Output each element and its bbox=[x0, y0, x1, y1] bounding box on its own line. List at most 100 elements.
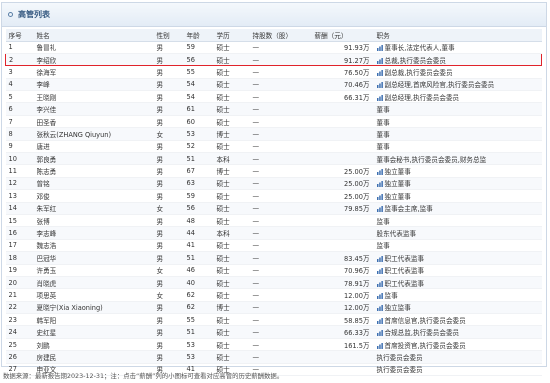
title-text: 执行委员会委员 bbox=[376, 353, 423, 362]
table-row[interactable]: 10 郭良勇男 51 本科 — 董事会秘书,执行委员会委员,财务总监 bbox=[5, 152, 542, 166]
cell-name: 张博 bbox=[33, 214, 154, 228]
cell-shares: — bbox=[249, 140, 312, 154]
table-row[interactable]: 17 魏志浩男 41 硕士 — 监事 bbox=[5, 239, 542, 253]
cell-gender: 男 bbox=[153, 350, 184, 364]
salary-value: 25.00万 bbox=[344, 192, 370, 201]
table-row[interactable]: 3 徐海军男 55 硕士 — 76.50万 副总裁,执行委员会委员 bbox=[5, 65, 542, 79]
table-row[interactable]: 20 肖晓虎男 40 硕士 — 78.91万 职工代表监事 bbox=[5, 276, 542, 290]
col-header-gender[interactable]: 性别 bbox=[153, 29, 184, 42]
cell-shares: — bbox=[249, 301, 312, 315]
title-text: 董事会秘书,执行委员会委员,财务总监 bbox=[376, 155, 487, 164]
title-text: 执行委员会委员 bbox=[376, 366, 423, 375]
title-text: 副总裁,执行委员会委员 bbox=[384, 68, 453, 77]
cell-title: 董事 bbox=[373, 115, 542, 129]
table-row[interactable]: 8 张秋云(ZHANG Qiuyun) 女 53 博士 — 董事 bbox=[5, 127, 542, 141]
bar-chart-icon[interactable] bbox=[376, 280, 383, 287]
title-text: 独立董事 bbox=[384, 168, 411, 177]
bar-chart-icon[interactable] bbox=[376, 305, 383, 312]
cell-name: 史红星 bbox=[33, 325, 154, 339]
col-header-education[interactable]: 学历 bbox=[213, 29, 250, 42]
col-header-salary[interactable]: 薪酬（元） bbox=[311, 29, 374, 42]
cell-no: 5 bbox=[5, 90, 34, 104]
table-row[interactable]: 22 夏晓宁(Xia Xiaoning) 男 62 博士 — 12.00万 独立监事 bbox=[5, 301, 542, 315]
cell-name: 徐海军 bbox=[33, 65, 154, 79]
table-row[interactable]: 23 韩军阳男 55 硕士 — 58.85万 首席信息官,执行委员会委员 bbox=[5, 313, 542, 327]
cell-education: 博士 bbox=[213, 164, 250, 178]
cell-age: 48 bbox=[183, 214, 214, 228]
title-text: 监事 bbox=[384, 292, 398, 300]
bar-chart-icon[interactable] bbox=[376, 342, 383, 349]
col-header-title[interactable]: 职务 bbox=[373, 29, 542, 42]
bar-chart-icon[interactable] bbox=[376, 181, 383, 188]
cell-salary: 12.00万 bbox=[311, 301, 374, 315]
table-row-highlighted[interactable]: 2 李绍欣男 56 硕士 — 91.27万 总裁,执行委员会委员 bbox=[5, 52, 542, 67]
cell-no: 10 bbox=[5, 152, 34, 166]
cell-name: 许勇玉 bbox=[33, 264, 154, 277]
cell-gender: 女 bbox=[153, 264, 184, 277]
table-row[interactable]: 16 李志峰男 44 本科 — 股东代表监事 bbox=[5, 226, 542, 240]
table-row[interactable]: 7 田圣香男 60 硕士 — 董事 bbox=[5, 115, 542, 129]
cell-title: 监事 bbox=[373, 288, 542, 302]
title-text: 董事 bbox=[376, 106, 390, 115]
bar-chart-icon[interactable] bbox=[376, 255, 383, 262]
table-row[interactable]: 19 许勇玉女 46 硕士 — 70.96万 职工代表监事 bbox=[5, 264, 542, 277]
cell-education: 硕士 bbox=[213, 78, 250, 92]
bar-chart-icon[interactable] bbox=[376, 45, 383, 52]
table-row[interactable]: 26 房建民男 53 硕士 — 执行委员会委员 bbox=[5, 350, 542, 364]
cell-education: 硕士 bbox=[213, 65, 250, 79]
cell-no: 20 bbox=[5, 276, 34, 290]
cell-age: 60 bbox=[183, 115, 214, 129]
bar-chart-icon[interactable] bbox=[376, 268, 383, 275]
cell-education: 硕士 bbox=[213, 202, 250, 215]
table-row[interactable]: 12 曾铭男 63 硕士 — 25.00万 独立董事 bbox=[5, 177, 542, 191]
cell-no: 1 bbox=[5, 41, 34, 54]
col-header-shares[interactable]: 持股数（股） bbox=[249, 29, 312, 42]
table-row[interactable]: 21 项思英女 62 硕士 — 12.00万 监事 bbox=[5, 288, 542, 302]
cell-no: 13 bbox=[5, 189, 34, 203]
table-row[interactable]: 6 李兴佳男 61 硕士 — 董事 bbox=[5, 102, 542, 116]
cell-education: 硕士 bbox=[213, 177, 250, 191]
bar-chart-icon[interactable] bbox=[376, 293, 383, 299]
bar-chart-icon[interactable] bbox=[376, 193, 383, 200]
salary-value: 91.27万 bbox=[344, 56, 370, 65]
bar-chart-icon[interactable] bbox=[376, 330, 383, 337]
bar-chart-icon[interactable] bbox=[376, 206, 383, 213]
table-row[interactable]: 11 陈志勇男 67 博士 — 25.00万 独立董事 bbox=[5, 164, 542, 178]
bar-chart-icon[interactable] bbox=[376, 94, 383, 101]
salary-value: 66.33万 bbox=[344, 329, 370, 338]
bar-chart-icon[interactable] bbox=[376, 69, 383, 76]
table-row[interactable]: 15 张博男 48 硕士 — 监事 bbox=[5, 214, 542, 228]
table-row[interactable]: 5 王晓刚男 54 硕士 — 66.31万 副总经理,执行委员会委员 bbox=[5, 90, 542, 104]
cell-salary bbox=[311, 214, 374, 228]
cell-gender: 男 bbox=[153, 226, 184, 240]
cell-shares: — bbox=[249, 90, 312, 104]
cell-age: 53 bbox=[183, 127, 214, 141]
table-row[interactable]: 18 巴冠华男 51 硕士 — 83.45万 职工代表监事 bbox=[5, 251, 542, 265]
cell-salary bbox=[311, 226, 374, 240]
table-row[interactable]: 9 唐进男 52 硕士 — 董事 bbox=[5, 140, 542, 154]
col-header-name[interactable]: 姓名 bbox=[33, 29, 154, 42]
col-header-age[interactable]: 年龄 bbox=[183, 29, 214, 42]
cell-shares: — bbox=[249, 288, 312, 302]
cell-age: 61 bbox=[183, 102, 214, 116]
cell-gender: 男 bbox=[153, 78, 184, 92]
cell-gender: 男 bbox=[153, 338, 184, 352]
title-text: 监事会主席,监事 bbox=[384, 205, 433, 214]
table-row[interactable]: 13 邓俊男 59 硕士 — 25.00万 独立董事 bbox=[5, 189, 542, 203]
table-row[interactable]: 1 鲁冒礼男 59 硕士 — 91.93万 董事长,法定代表人,董事 bbox=[5, 41, 542, 54]
cell-salary bbox=[311, 140, 374, 154]
col-header-no[interactable]: 序号 bbox=[5, 29, 34, 42]
bar-chart-icon[interactable] bbox=[376, 317, 383, 324]
cell-age: 67 bbox=[183, 164, 214, 178]
cell-salary: 79.85万 bbox=[311, 202, 374, 215]
bar-chart-icon[interactable] bbox=[376, 57, 383, 64]
table-row[interactable]: 14 朱军红女 56 硕士 — 79.85万 监事会主席,监事 bbox=[5, 202, 542, 215]
table-row[interactable]: 25 刘鹏男 53 硕士 — 161.5万 首席投资官,执行委员会委员 bbox=[5, 338, 542, 352]
bar-chart-icon[interactable] bbox=[376, 82, 383, 89]
bar-chart-icon[interactable] bbox=[376, 169, 383, 176]
table-row[interactable]: 24 史红星男 51 硕士 — 66.33万 合规总监,执行委员会委员 bbox=[5, 325, 542, 339]
salary-value: 12.00万 bbox=[344, 292, 370, 300]
table-row[interactable]: 4 李峰男 54 硕士 — 70.46万 副总经理,首席风险官,执行委员会委员 bbox=[5, 78, 542, 92]
cell-name: 朱军红 bbox=[33, 202, 154, 215]
cell-gender: 男 bbox=[153, 52, 184, 67]
